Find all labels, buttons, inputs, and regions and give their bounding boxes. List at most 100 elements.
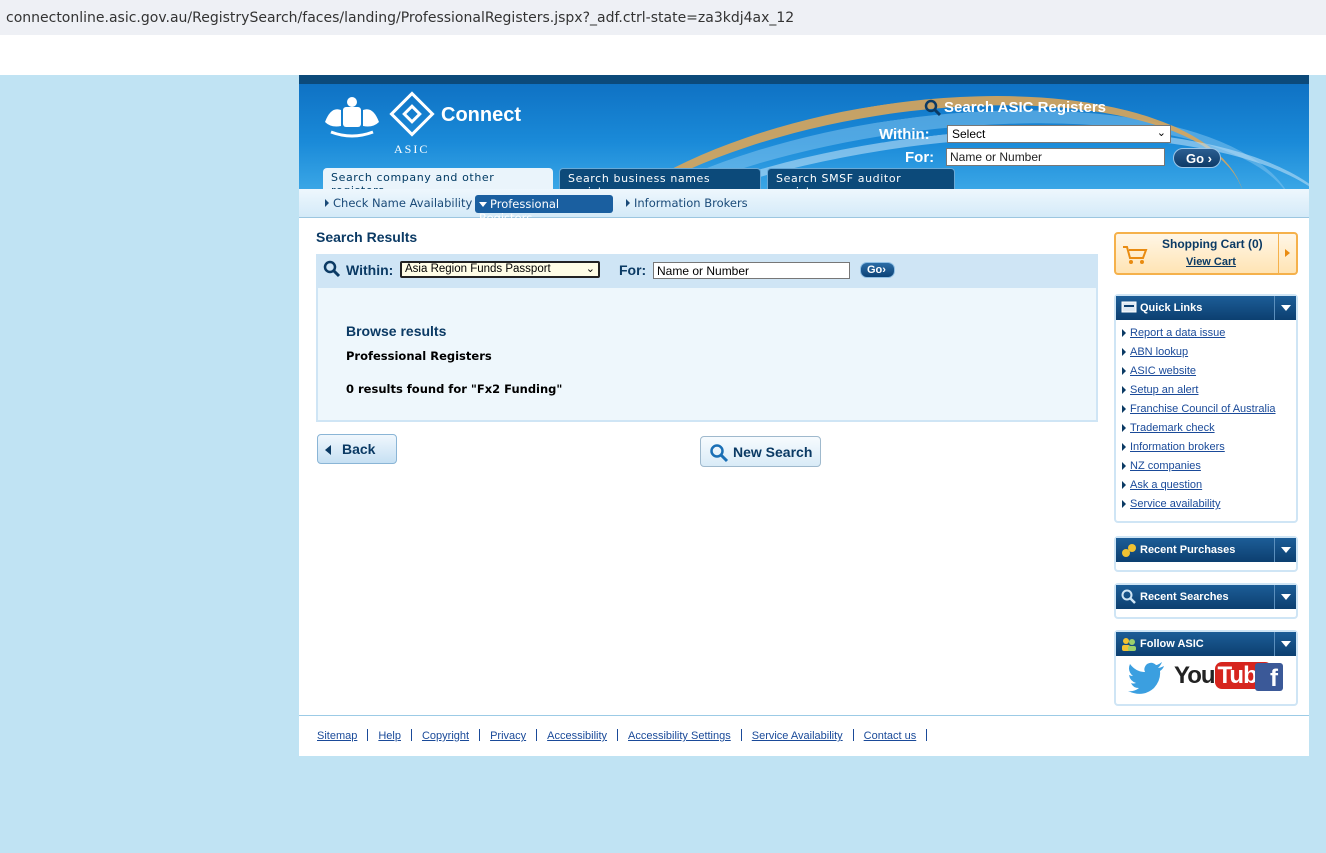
quick-links-title: Quick Links [1140,302,1203,314]
back-button[interactable]: Back [317,434,397,464]
coat-of-arms-icon [325,97,379,138]
subnav-information-brokers[interactable]: Information Brokers [626,196,748,210]
back-label: Back [342,441,376,457]
header-search-title: Search ASIC Registers [944,99,1107,116]
link-icon [1121,301,1137,313]
chevron-down-icon[interactable] [1274,632,1296,656]
shopping-cart-box[interactable]: Shopping Cart (0) View Cart [1114,232,1298,275]
subnav-label: Professional Registers [479,197,560,225]
cart-icon [1123,246,1148,264]
footer-link-service-availability[interactable]: Service Availability [752,730,843,742]
go-label: Go [867,264,883,276]
footer-link-accessibility-settings[interactable]: Accessibility Settings [628,730,731,742]
follow-asic-title: Follow ASIC [1140,638,1204,650]
chevron-down-icon[interactable] [1274,538,1296,562]
recent-purchases-panel: Recent Purchases [1114,536,1298,572]
search-icon [1121,589,1136,604]
footer-separator [479,729,481,741]
result-count-text: 0 results found for "Fx2 Funding" [346,382,563,396]
new-search-button[interactable]: New Search [700,436,821,467]
results-search-bar: Within: Asia Region Funds Passport ⌄ For… [316,254,1098,288]
quick-links-panel: Quick Links Report a data issue ABN look… [1114,294,1298,523]
quick-link[interactable]: Information brokers [1121,441,1296,460]
youtube-you: You [1174,662,1216,689]
footer-link-copyright[interactable]: Copyright [422,730,469,742]
quick-link[interactable]: ASIC website [1121,365,1296,384]
tab-business-names[interactable]: Search business names register [559,168,761,189]
chevron-down-icon: ⌄ [1156,127,1166,139]
recent-purchases-title: Recent Purchases [1140,544,1236,556]
search-icon [323,260,341,278]
social-links: You Tube f [1116,656,1296,704]
search-input[interactable]: Name or Number [653,262,850,279]
recent-searches-header[interactable]: Recent Searches [1116,585,1296,609]
within-value: Asia Region Funds Passport [405,263,551,275]
footer-links: Sitemap Help Copyright Privacy Accessibility… [317,729,937,742]
quick-link[interactable]: Ask a question [1121,479,1296,498]
browser-spacer [0,35,1326,75]
header-within-select[interactable]: Select ⌄ [947,125,1171,143]
tab-smsf-auditor[interactable]: Search SMSF auditor register [767,168,955,189]
footer-separator [926,729,928,741]
chevron-right-icon [325,199,329,207]
browser-address-bar[interactable]: connectonline.asic.gov.au/RegistrySearch… [0,0,1326,35]
header-within-label: Within: [879,126,930,143]
footer-separator [536,729,538,741]
sub-navigation: Check Name Availability Professional Reg… [299,189,1309,225]
header-go-button[interactable]: Go › [1173,148,1221,168]
chevron-right-icon[interactable] [1278,234,1296,273]
page-container: ASIC Connect Search ASIC Registers Withi… [299,75,1309,756]
quick-link[interactable]: Report a data issue [1121,327,1296,346]
quick-link[interactable]: Setup an alert [1121,384,1296,403]
recent-searches-panel: Recent Searches [1114,583,1298,619]
new-search-label: New Search [733,444,813,460]
footer-link-sitemap[interactable]: Sitemap [317,730,357,742]
header-within-value: Select [952,127,986,141]
chevron-down-icon[interactable] [1274,296,1296,320]
search-icon [710,444,729,463]
subnav-label: Information Brokers [634,196,748,210]
people-icon [1122,638,1136,651]
header-for-label: For: [905,149,935,166]
footer-separator [617,729,619,741]
view-cart-link[interactable]: View Cart [1186,256,1236,268]
tab-company-registers[interactable]: Search company and other registers [323,168,553,189]
footer-link-accessibility[interactable]: Accessibility [547,730,607,742]
search-icon [924,99,942,117]
facebook-icon[interactable]: f [1255,663,1283,692]
chevron-down-icon [479,202,487,207]
quick-link[interactable]: Trademark check [1121,422,1296,441]
footer-link-help[interactable]: Help [378,730,401,742]
footer-link-privacy[interactable]: Privacy [490,730,526,742]
browse-results-subtitle: Professional Registers [346,349,492,363]
within-select[interactable]: Asia Region Funds Passport ⌄ [400,261,600,278]
top-stripe [299,75,1309,84]
chevron-right-icon [626,199,630,207]
recent-searches-title: Recent Searches [1140,591,1229,603]
subnav-check-name[interactable]: Check Name Availability [325,196,472,210]
browse-results-title: Browse results [346,323,447,339]
quick-links-header: Quick Links [1116,296,1296,320]
page-title: Search Results [316,229,418,245]
asic-label: ASIC [394,142,430,156]
chevron-left-icon [325,445,331,455]
for-label: For: [619,262,647,278]
coins-icon [1122,544,1136,557]
site-header: ASIC Connect Search ASIC Registers Withi… [299,84,1309,189]
quick-link[interactable]: ABN lookup [1121,346,1296,365]
go-button[interactable]: Go› [860,262,895,278]
quick-link[interactable]: Service availability [1121,498,1296,517]
chevron-down-icon: ⌄ [585,263,595,275]
footer-separator [410,729,412,741]
subnav-professional-registers[interactable]: Professional Registers [475,195,613,225]
footer-link-contact[interactable]: Contact us [864,730,917,742]
footer-divider [299,715,1309,716]
chevron-down-icon[interactable] [1274,585,1296,609]
quick-link[interactable]: NZ companies [1121,460,1296,479]
url-text: connectonline.asic.gov.au/RegistrySearch… [6,10,795,26]
brand-title: Connect [441,104,521,126]
twitter-icon[interactable] [1128,662,1166,694]
header-search-input[interactable]: Name or Number [946,148,1165,166]
recent-purchases-header[interactable]: Recent Purchases [1116,538,1296,562]
quick-link[interactable]: Franchise Council of Australia [1121,403,1296,422]
